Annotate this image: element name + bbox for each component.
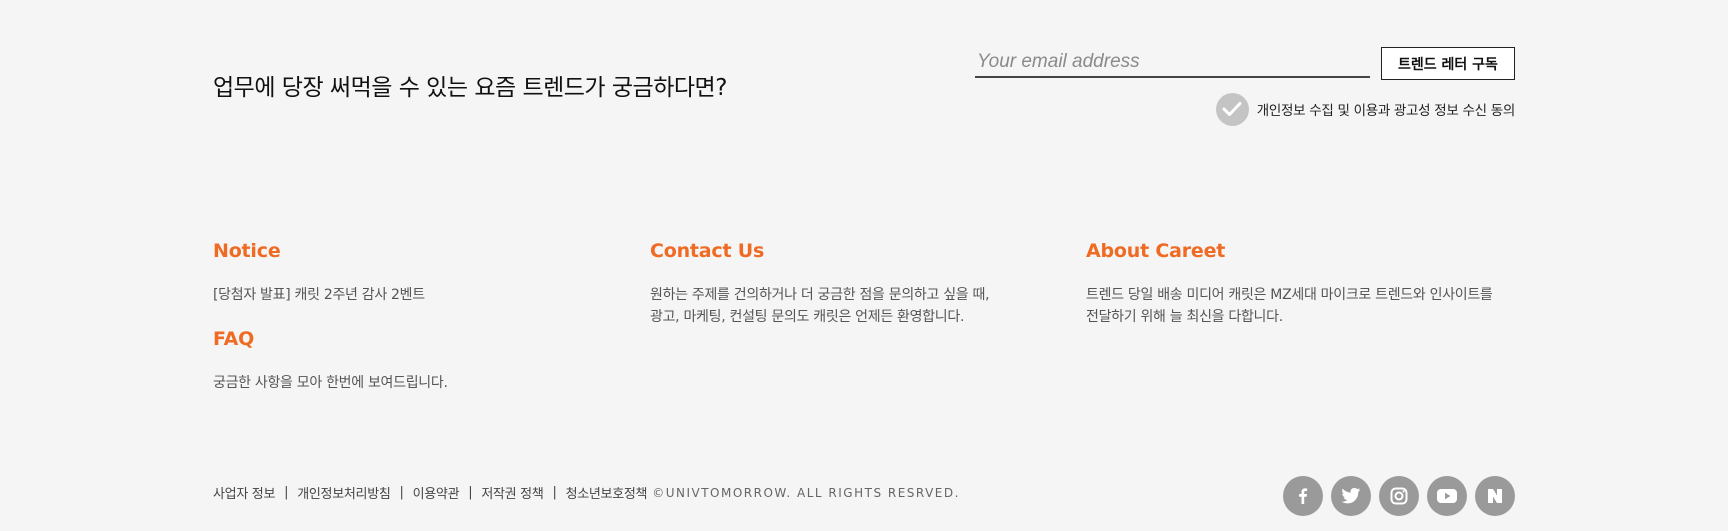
notice-column: Notice [당첨자 발표] 캐릿 2주년 감사 2벤트 FAQ 궁금한 사항… (213, 240, 448, 391)
footer-separator: | (552, 485, 557, 500)
faq-description: 궁금한 사항을 모아 한번에 보여드립니다. (213, 375, 448, 391)
copyright-text: ©UNIVTOMORROW. ALL RIGHTS RESRVED. (652, 485, 960, 500)
footer-links: 사업자 정보 | 개인정보처리방침 | 이용약관 | 저작권 정책 | 청소년보… (213, 483, 960, 502)
about-column: About Careet 트렌드 당일 배송 미디어 캐릿은 MZ세대 마이크로… (1086, 240, 1493, 325)
footer-separator: | (284, 485, 289, 500)
check-icon[interactable] (1215, 92, 1249, 126)
naver-icon[interactable] (1475, 476, 1515, 516)
contact-column: Contact Us 원하는 주제를 건의하거나 더 궁금한 점을 문의하고 싶… (650, 240, 990, 325)
subscribe-button[interactable]: 트렌드 레터 구독 (1381, 47, 1515, 80)
youth-protection-link[interactable]: 청소년보호정책 (566, 483, 648, 502)
notice-item-link[interactable]: [당첨자 발표] 캐릿 2주년 감사 2벤트 (213, 284, 425, 306)
instagram-icon[interactable] (1379, 476, 1419, 516)
facebook-icon[interactable] (1283, 476, 1323, 516)
about-description-line2: 전달하기 위해 늘 최신을 다합니다. (1086, 309, 1283, 325)
faq-title[interactable]: FAQ (213, 328, 254, 350)
terms-link[interactable]: 이용약관 (413, 483, 460, 502)
footer-separator: | (468, 485, 473, 500)
about-title[interactable]: About Careet (1086, 240, 1225, 262)
consent-checkbox[interactable]: 개인정보 수집 및 이용과 광고성 정보 수신 동의 (1215, 92, 1516, 126)
privacy-policy-link[interactable]: 개인정보처리방침 (297, 483, 391, 502)
contact-description-line2: 광고, 마케팅, 컨설팅 문의도 캐릿은 언제든 환영합니다. (650, 309, 965, 325)
contact-title[interactable]: Contact Us (650, 240, 764, 262)
social-links (1283, 476, 1515, 516)
youtube-icon[interactable] (1427, 476, 1467, 516)
consent-label: 개인정보 수집 및 이용과 광고성 정보 수신 동의 (1256, 103, 1516, 119)
email-input[interactable] (975, 48, 1370, 78)
contact-description-line1: 원하는 주제를 건의하거나 더 궁금한 점을 문의하고 싶을 때, (650, 287, 990, 303)
footer-separator: | (399, 485, 404, 500)
twitter-icon[interactable] (1331, 476, 1371, 516)
business-info-link[interactable]: 사업자 정보 (213, 483, 275, 502)
about-description-line1: 트렌드 당일 배송 미디어 캐릿은 MZ세대 마이크로 트렌드와 인사이트를 (1086, 287, 1493, 303)
newsletter-heading: 업무에 당장 써먹을 수 있는 요즘 트렌드가 궁금하다면? (213, 75, 727, 101)
copyright-policy-link[interactable]: 저작권 정책 (481, 483, 543, 502)
notice-title[interactable]: Notice (213, 240, 281, 262)
